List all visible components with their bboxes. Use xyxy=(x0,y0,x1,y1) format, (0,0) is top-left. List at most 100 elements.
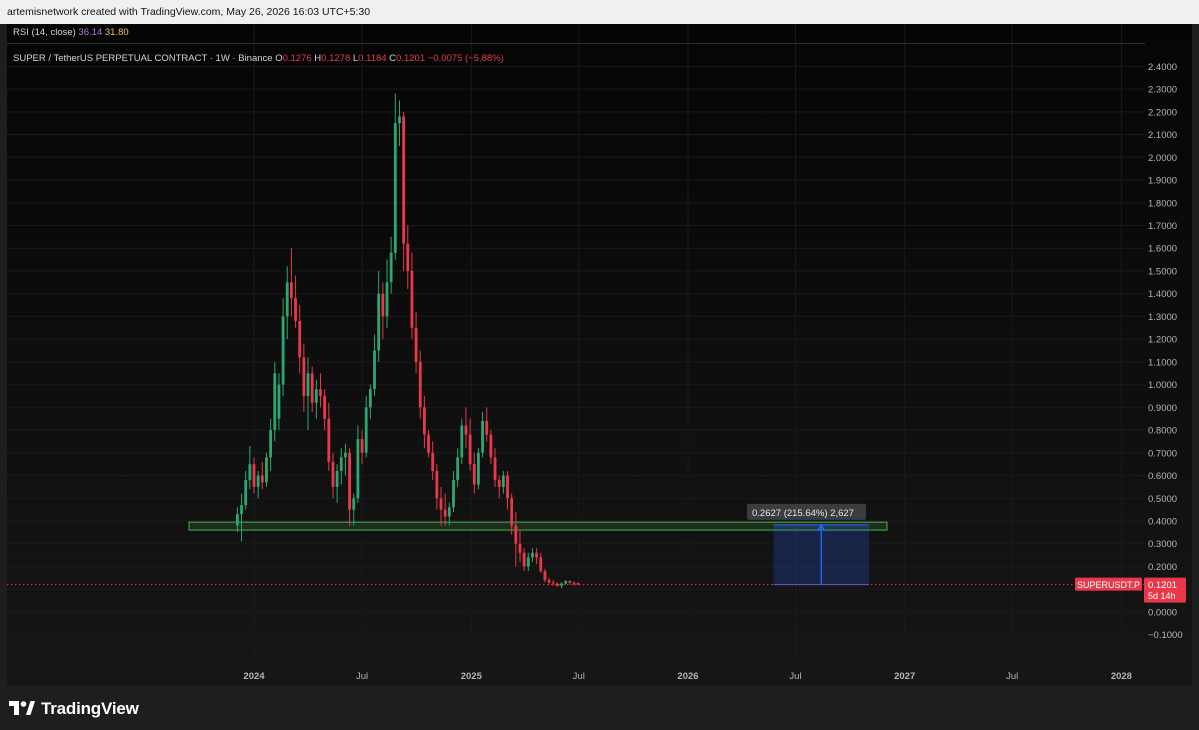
candle-body[interactable] xyxy=(298,320,302,358)
candle-body[interactable] xyxy=(269,430,273,458)
candle-body[interactable] xyxy=(265,457,268,483)
candle-body[interactable] xyxy=(514,525,518,544)
candle-body[interactable] xyxy=(290,282,293,299)
candle-body[interactable] xyxy=(344,452,347,458)
symbol-legend[interactable]: SUPER / TetherUS PERPETUAL CONTRACT · 1W… xyxy=(13,53,504,64)
candle-body[interactable] xyxy=(335,470,339,487)
candle-body[interactable] xyxy=(485,420,489,435)
candle-body[interactable] xyxy=(277,384,281,419)
candle-body[interactable] xyxy=(248,464,252,481)
candle-body[interactable] xyxy=(281,316,285,385)
candle-body[interactable] xyxy=(393,123,397,253)
candle-body[interactable] xyxy=(443,509,447,517)
candle-body[interactable] xyxy=(422,407,426,435)
candle-body[interactable] xyxy=(310,373,314,403)
candle-body[interactable] xyxy=(447,507,451,517)
candle-body[interactable] xyxy=(385,282,389,317)
candle-body[interactable] xyxy=(555,583,559,586)
candle-body[interactable] xyxy=(339,457,343,471)
candle-body[interactable] xyxy=(576,582,580,585)
y-tick-label: 1.4000 xyxy=(1148,289,1177,300)
candle-body[interactable] xyxy=(240,505,243,515)
candle-body[interactable] xyxy=(539,557,543,571)
tradingview-brand-text: TradingView xyxy=(41,699,139,718)
candle-body[interactable] xyxy=(273,373,277,431)
candle-body[interactable] xyxy=(472,464,476,485)
candle-body[interactable] xyxy=(256,475,260,487)
candle-body[interactable] xyxy=(564,581,568,584)
candle-body[interactable] xyxy=(510,498,514,526)
candle-body[interactable] xyxy=(348,452,351,510)
candle-body[interactable] xyxy=(244,480,248,506)
candle-body[interactable] xyxy=(464,425,468,435)
candle-body[interactable] xyxy=(331,461,335,487)
candle-body[interactable] xyxy=(364,407,368,453)
candle-body[interactable] xyxy=(497,480,501,487)
x-tick-label: 2024 xyxy=(243,671,265,682)
candle-body[interactable] xyxy=(427,434,430,453)
candle-body[interactable] xyxy=(260,475,264,483)
candle-body[interactable] xyxy=(306,373,310,396)
candle-body[interactable] xyxy=(439,498,443,510)
candle-body[interactable] xyxy=(323,395,327,419)
candle-body[interactable] xyxy=(460,425,464,458)
y-tick-label: 0.0000 xyxy=(1148,607,1177,618)
candle-body[interactable] xyxy=(531,552,534,558)
candle-body[interactable] xyxy=(381,293,385,317)
y-tick-label: 1.5000 xyxy=(1148,266,1177,277)
candle-body[interactable] xyxy=(360,439,364,453)
candle-body[interactable] xyxy=(377,293,381,351)
candle-body[interactable] xyxy=(373,350,376,390)
candle-body[interactable] xyxy=(543,570,547,581)
y-tick-label: 1.7000 xyxy=(1148,221,1177,232)
rsi-legend[interactable]: RSI (14, close) 36.14 31.80 xyxy=(13,27,129,38)
candle-body[interactable] xyxy=(477,452,480,485)
candle-body[interactable] xyxy=(294,298,297,321)
candle-body[interactable] xyxy=(468,434,472,465)
candle-body[interactable] xyxy=(356,439,360,499)
candle-body[interactable] xyxy=(435,470,439,499)
candle-body[interactable] xyxy=(572,582,576,584)
tradingview-logo-icon xyxy=(9,701,35,715)
candle-body[interactable] xyxy=(414,327,418,362)
candle-body[interactable] xyxy=(506,475,509,499)
candle-body[interactable] xyxy=(410,270,414,328)
candle-body[interactable] xyxy=(456,457,460,481)
open-value: 0.1276 xyxy=(283,53,315,64)
candle-body[interactable] xyxy=(518,543,522,553)
candle-body[interactable] xyxy=(560,583,563,586)
candle-body[interactable] xyxy=(252,464,256,487)
candle-body[interactable] xyxy=(368,389,372,408)
candle-body[interactable] xyxy=(352,498,356,510)
chart-panel[interactable]: 2.4000 2.3000 2.2000 2.1000 2.0000 1.9000 1.80… xyxy=(7,24,1192,686)
candle-body[interactable] xyxy=(431,452,435,471)
y-tick-label: 0.3000 xyxy=(1148,539,1177,550)
candle-body[interactable] xyxy=(551,582,555,584)
y-tick-label: 2.1000 xyxy=(1148,130,1177,141)
candle-body[interactable] xyxy=(493,457,497,481)
candle-body[interactable] xyxy=(398,116,401,124)
candle-body[interactable] xyxy=(452,480,455,508)
candle-body[interactable] xyxy=(418,361,422,408)
candle-body[interactable] xyxy=(489,434,493,458)
candle-body[interactable] xyxy=(522,552,526,567)
candle-body[interactable] xyxy=(501,475,505,487)
candle-body[interactable] xyxy=(319,389,322,396)
candle-body[interactable] xyxy=(526,557,530,567)
price-chart[interactable]: 2.4000 2.3000 2.2000 2.1000 2.0000 1.9000 1.80… xyxy=(7,24,1192,686)
candle-body[interactable] xyxy=(547,580,551,583)
x-tick-label: 2028 xyxy=(1111,671,1132,682)
candle-body[interactable] xyxy=(568,581,572,583)
candle-body[interactable] xyxy=(535,552,539,558)
candle-body[interactable] xyxy=(406,243,410,271)
tradingview-logo[interactable]: TradingView xyxy=(9,699,139,719)
candle-body[interactable] xyxy=(327,418,331,462)
candle-body[interactable] xyxy=(402,116,406,244)
y-tick-label: 2.0000 xyxy=(1148,153,1177,164)
candle-body[interactable] xyxy=(235,514,239,526)
candle-body[interactable] xyxy=(389,252,393,283)
candle-body[interactable] xyxy=(481,420,484,453)
candle-body[interactable] xyxy=(302,357,306,396)
candle-body[interactable] xyxy=(314,389,318,403)
candle-body[interactable] xyxy=(285,282,289,317)
